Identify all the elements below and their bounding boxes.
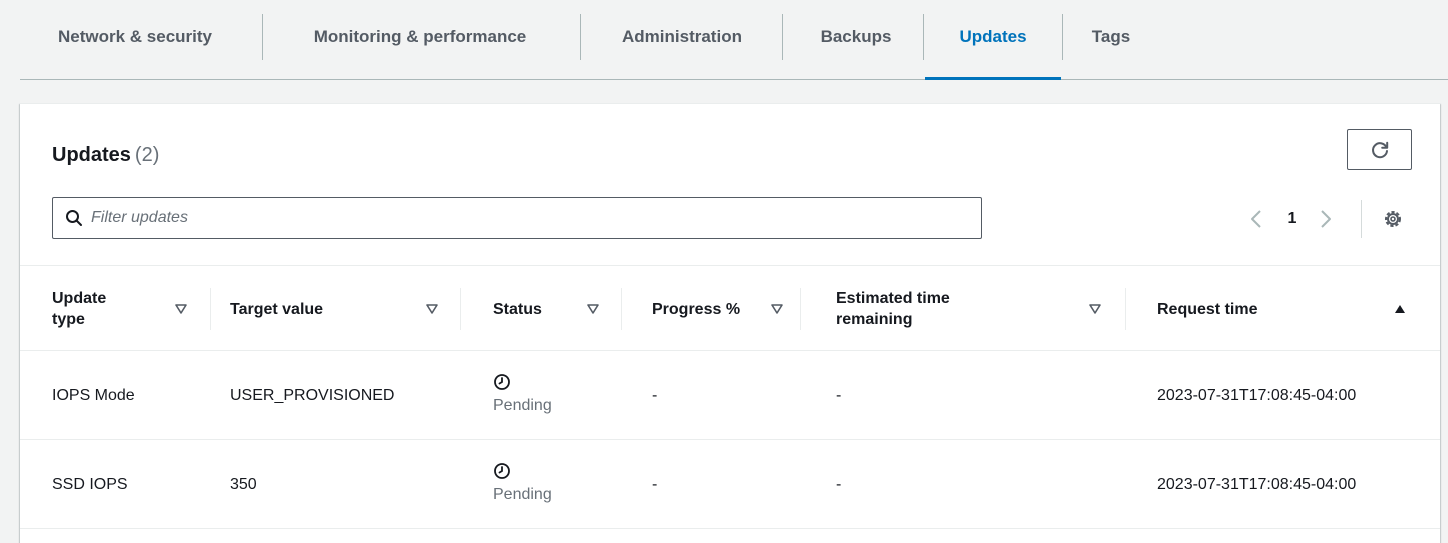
next-page-button[interactable] [1316,204,1336,234]
table-header: Update type Target value Status Progress… [20,265,1440,351]
sort-caret-icon [586,302,600,316]
cell-update-type: SSD IOPS [52,476,128,493]
column-header-request-time[interactable]: Request time [1157,266,1422,352]
sort-caret-icon [770,302,784,316]
refresh-icon [1371,141,1388,158]
column-label: Status [493,300,542,318]
column-label: Update type [52,290,107,328]
column-divider [800,288,801,330]
column-header-progress[interactable]: Progress % [652,266,792,352]
table-row: IOPS Mode USER_PROVISIONED Pending - - 2… [20,351,1440,440]
panel-count: (2) [134,144,160,166]
chevron-left-icon [1251,210,1261,228]
tab-bar: Network & security Monitoring & performa… [20,0,1448,80]
cell-target-value: USER_PROVISIONED [230,387,395,404]
filter-updates-input[interactable] [91,198,981,238]
sort-caret-icon [425,302,439,316]
clock-icon [494,463,510,479]
sort-ascending-icon [1393,302,1407,316]
table-row: SSD IOPS 350 Pending - - 2023-07-31T17:0… [20,440,1440,529]
column-header-update-type[interactable]: Update type [52,266,192,352]
column-label: Target value [230,300,324,318]
panel-title-text: Updates [52,144,131,166]
tab-backups[interactable]: Backups [804,14,908,60]
previous-page-button[interactable] [1246,204,1266,234]
column-divider [460,288,461,330]
tab-network-security[interactable]: Network & security [32,14,238,60]
tab-divider [923,14,924,60]
updates-panel: Updates(2) 1 Update typ [20,103,1440,543]
cell-progress: - [652,476,658,493]
filter-field[interactable] [52,197,982,239]
tab-divider [262,14,263,60]
panel-title: Updates (2) [52,144,159,167]
tab-administration[interactable]: Administration [602,14,762,60]
pagination-divider [1361,200,1362,238]
tab-monitoring-performance[interactable]: Monitoring & performance [280,14,560,60]
column-label: Request time [1157,300,1258,318]
tab-tags[interactable]: Tags [1084,14,1138,60]
tab-divider [1062,14,1063,60]
refresh-button[interactable] [1347,129,1412,170]
status-text: Pending [493,397,552,414]
tab-divider [782,14,783,60]
cell-target-value: 350 [230,476,257,493]
column-divider [1125,288,1126,330]
search-icon [66,210,82,226]
tab-divider [580,14,581,60]
cell-estimated-time: - [836,476,842,493]
preferences-button[interactable] [1382,208,1404,230]
gear-icon [1385,211,1401,227]
column-label: Estimated time remaining [836,290,950,328]
cell-status: Pending [493,351,552,440]
cell-request-time: 2023-07-31T17:08:45-04:00 [1157,476,1357,493]
cell-estimated-time: - [836,387,842,404]
tab-updates[interactable]: Updates [925,14,1061,80]
column-label: Progress % [652,300,741,318]
clock-icon [494,374,510,390]
status-text: Pending [493,486,552,503]
sort-caret-icon [1088,302,1102,316]
cell-progress: - [652,387,658,404]
column-header-status[interactable]: Status [493,266,613,352]
cell-update-type: IOPS Mode [52,387,135,404]
column-header-estimated-time-remaining[interactable]: Estimated time remaining [836,266,1116,352]
page-number-button[interactable]: 1 [1282,204,1302,234]
cell-status: Pending [493,440,552,529]
chevron-right-icon [1321,210,1331,228]
sort-caret-icon [174,302,188,316]
cell-request-time: 2023-07-31T17:08:45-04:00 [1157,387,1357,404]
column-divider [210,288,211,330]
column-header-target-value[interactable]: Target value [230,266,450,352]
column-divider [621,288,622,330]
